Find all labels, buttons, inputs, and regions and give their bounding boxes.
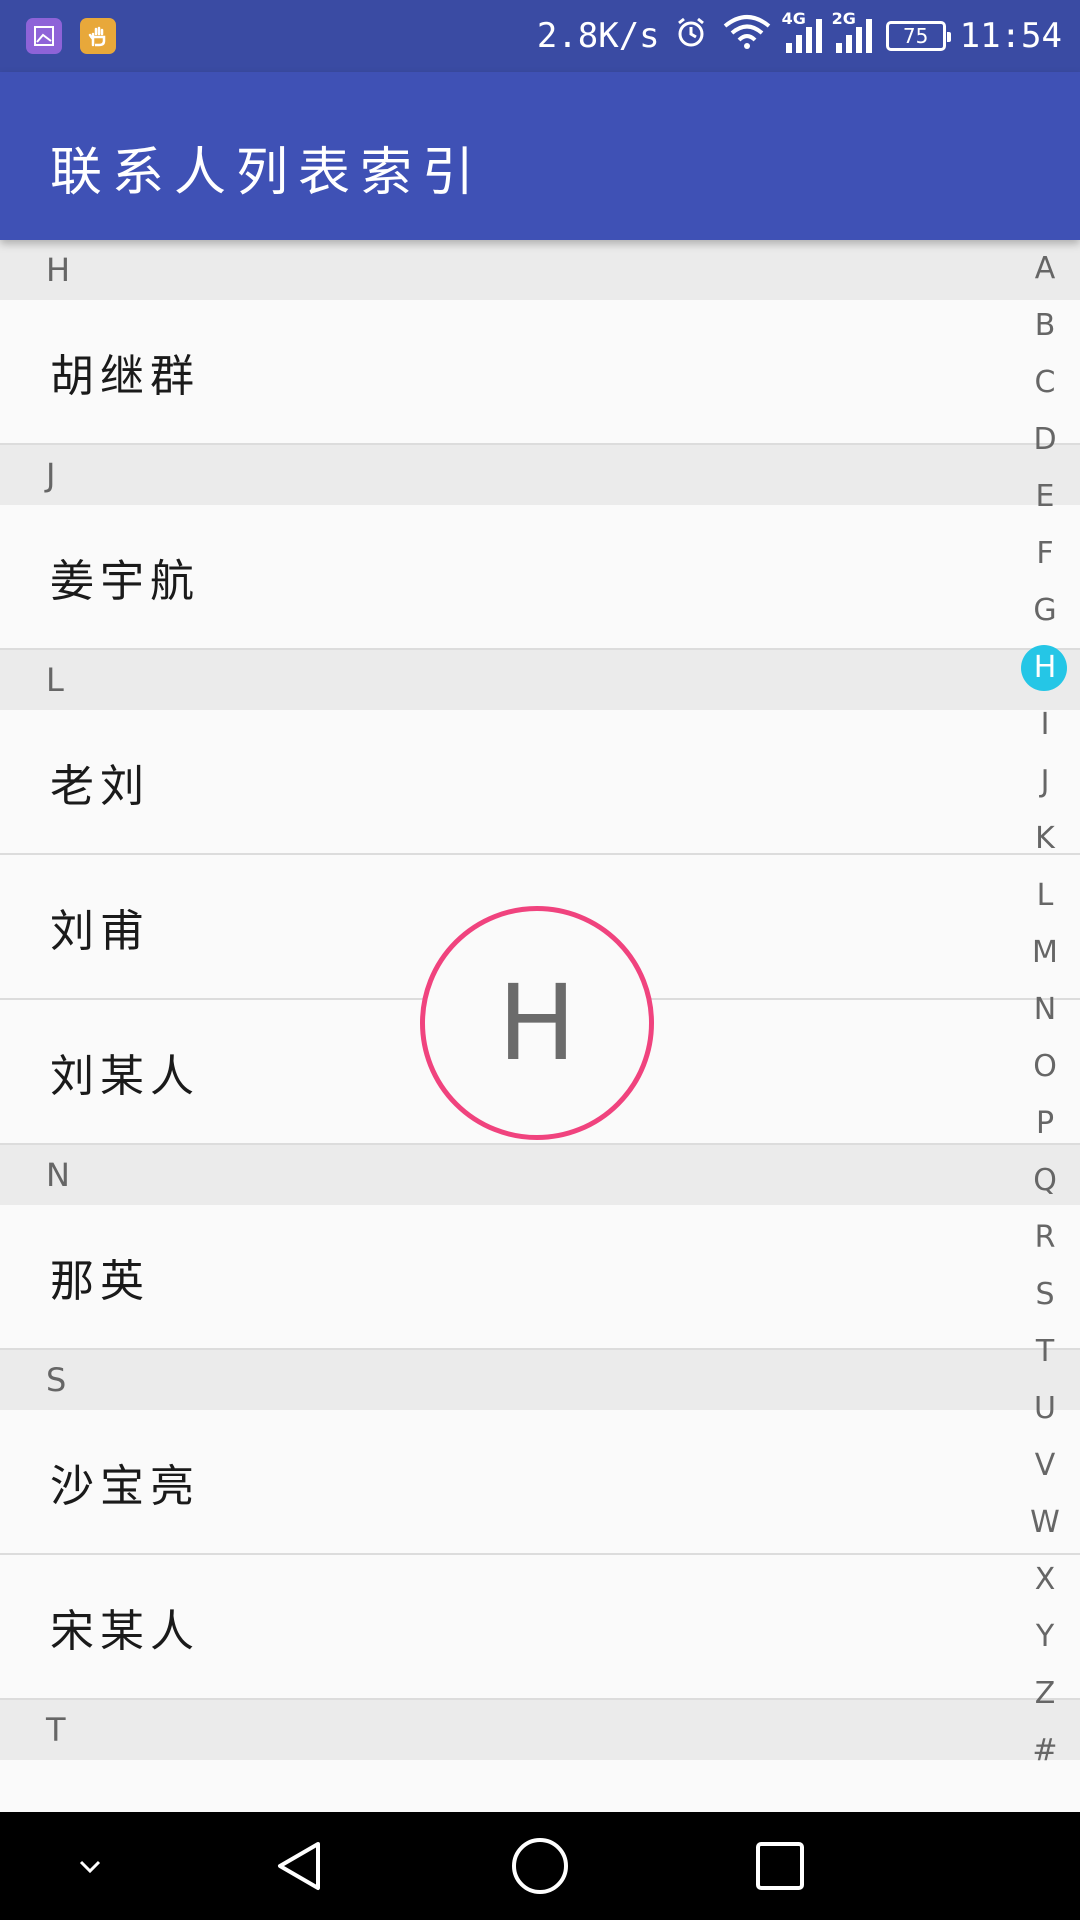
index-letter-x[interactable]: X <box>1010 1557 1080 1603</box>
index-letter-b[interactable]: B <box>1010 303 1080 349</box>
index-letter-e[interactable]: E <box>1010 474 1080 520</box>
contact-item[interactable]: 姜宇航 <box>0 505 1080 650</box>
contact-item[interactable]: 那英 <box>0 1205 1080 1350</box>
index-letter-o[interactable]: O <box>1010 1044 1080 1090</box>
index-letter-w[interactable]: W <box>1010 1500 1080 1546</box>
index-letter-y[interactable]: Y <box>1010 1614 1080 1660</box>
gallery-app-icon <box>26 18 62 54</box>
signal-4g-icon: 4G <box>782 9 822 53</box>
index-letter-h[interactable]: H <box>1010 645 1080 691</box>
network-speed: 2.8K/s <box>536 16 660 56</box>
alphabet-index-bar[interactable]: A B C D E F G H I J K L M N O P Q R S T U V W X Y Z # <box>1010 240 1080 1812</box>
hide-nav-chevron-down-icon[interactable] <box>60 1836 120 1896</box>
index-letter-r[interactable]: R <box>1010 1215 1080 1261</box>
index-letter-d[interactable]: D <box>1010 417 1080 463</box>
index-letter-a[interactable]: A <box>1010 246 1080 292</box>
index-letter-overlay: H <box>420 906 654 1140</box>
signal-2g-icon: 2G <box>832 9 872 53</box>
status-notification-icons <box>26 18 116 54</box>
app-bar: 联系人列表索引 <box>0 72 1080 240</box>
index-letter-t[interactable]: T <box>1010 1329 1080 1375</box>
index-letter-k[interactable]: K <box>1010 816 1080 862</box>
section-header-l: L <box>0 650 1080 710</box>
section-header-s: S <box>0 1350 1080 1410</box>
index-letter-g[interactable]: G <box>1010 588 1080 634</box>
index-letter-v[interactable]: V <box>1010 1443 1080 1489</box>
section-header-h: H <box>0 240 1080 300</box>
index-letter-q[interactable]: Q <box>1010 1158 1080 1204</box>
index-letter-i[interactable]: I <box>1010 702 1080 748</box>
section-header-n: N <box>0 1145 1080 1205</box>
contact-item[interactable]: 宋某人 <box>0 1555 1080 1700</box>
home-circle-icon[interactable] <box>510 1836 570 1896</box>
wifi-icon <box>722 14 772 59</box>
index-letter-l[interactable]: L <box>1010 873 1080 919</box>
hand-app-icon <box>80 18 116 54</box>
index-letter-f[interactable]: F <box>1010 531 1080 577</box>
contact-item[interactable]: 沙宝亮 <box>0 1410 1080 1555</box>
index-letter-n[interactable]: N <box>1010 987 1080 1033</box>
index-letter-z[interactable]: Z <box>1010 1671 1080 1717</box>
section-header-j: J <box>0 445 1080 505</box>
index-letter-m[interactable]: M <box>1010 930 1080 976</box>
recents-square-icon[interactable] <box>750 1836 810 1896</box>
status-system-icons: 2.8K/s 4G 2G 75 11:54 <box>537 0 1062 72</box>
index-letter-s[interactable]: S <box>1010 1272 1080 1318</box>
index-letter-hash[interactable]: # <box>1010 1728 1080 1774</box>
index-letter-u[interactable]: U <box>1010 1386 1080 1432</box>
section-header-t: T <box>0 1700 1080 1760</box>
navigation-bar <box>0 1812 1080 1920</box>
index-letter-p[interactable]: P <box>1010 1101 1080 1147</box>
clock: 11:54 <box>959 16 1062 56</box>
status-bar: 2.8K/s 4G 2G 75 11:54 <box>0 0 1080 72</box>
battery-icon: 75 <box>885 21 951 51</box>
contact-item[interactable]: 老刘 <box>0 710 1080 855</box>
page-title: 联系人列表索引 <box>50 143 485 203</box>
index-letter-j[interactable]: J <box>1010 759 1080 805</box>
battery-level: 75 <box>902 24 929 48</box>
alarm-icon <box>674 15 708 58</box>
back-triangle-icon[interactable] <box>270 1836 330 1896</box>
contact-item[interactable]: 胡继群 <box>0 300 1080 445</box>
index-letter-c[interactable]: C <box>1010 360 1080 406</box>
